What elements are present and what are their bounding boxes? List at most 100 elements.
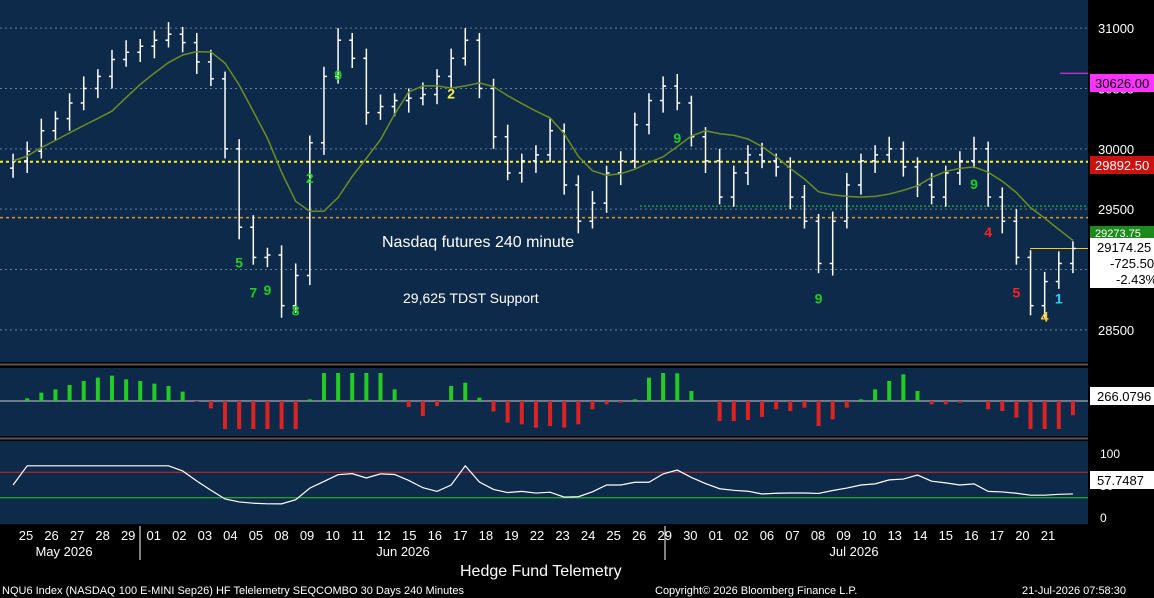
footer-timestamp: 21-Jul-2026 07:58:30 (1022, 585, 1126, 597)
osc-bar (661, 373, 666, 401)
month-label: May 2026 (35, 544, 92, 559)
td-count-label: 4 (1041, 309, 1049, 325)
osc-bar (519, 401, 524, 425)
td-count-label: 2 (447, 85, 455, 101)
osc-bar (929, 401, 934, 405)
oscillator-panel (0, 368, 1088, 436)
osc-bar (548, 401, 553, 426)
price-tick-label: 29500 (1098, 202, 1134, 217)
td-count-label: 9 (970, 176, 978, 192)
price-label-upper: 30626.00 (1090, 74, 1154, 92)
date-tick-label: 10 (862, 528, 876, 543)
osc-bar (378, 373, 383, 401)
osc-bar (689, 391, 694, 401)
td-count-label: 2 (306, 170, 314, 186)
osc-bar (138, 381, 143, 401)
date-tick-label: 12 (376, 528, 390, 543)
osc-bar (505, 401, 510, 423)
osc-bar (731, 401, 736, 421)
rsi-tick-label: 100 (1100, 447, 1120, 461)
osc-bar (590, 401, 595, 410)
chart-title: Hedge Fund Telemetry (460, 563, 622, 580)
osc-bar (463, 382, 468, 401)
osc-bar (887, 381, 892, 401)
date-tick-label: 02 (172, 528, 186, 543)
date-tick-label: 20 (1015, 528, 1029, 543)
date-tick-label: 05 (249, 528, 263, 543)
date-tick-label: 24 (581, 528, 595, 543)
date-tick-label: 16 (428, 528, 442, 543)
date-tick-label: 07 (785, 528, 799, 543)
osc-bar (350, 373, 355, 401)
date-tick-label: 08 (811, 528, 825, 543)
td-count-label: 8 (292, 303, 300, 319)
date-tick-label: 29 (121, 528, 135, 543)
osc-bar (25, 398, 30, 401)
date-tick-label: 18 (479, 528, 493, 543)
osc-bar (562, 401, 567, 428)
osc-bar (392, 389, 397, 401)
svg-text:57.7487: 57.7487 (1097, 473, 1144, 488)
date-tick-label: 06 (760, 528, 774, 543)
svg-text:-2.43%: -2.43% (1116, 272, 1154, 287)
osc-bar (675, 373, 680, 401)
osc-bar (873, 389, 878, 401)
osc-bar (830, 401, 835, 420)
date-tick-label: 15 (939, 528, 953, 543)
osc-bar (180, 391, 185, 401)
td-count-label: 9 (334, 67, 342, 83)
date-tick-label: 19 (504, 528, 518, 543)
price-tick-label: 30000 (1098, 142, 1134, 157)
osc-bar (957, 401, 962, 403)
osc-bar (265, 401, 270, 429)
date-tick-label: 04 (223, 528, 237, 543)
td-count-label: 9 (264, 282, 272, 298)
osc-bar (1042, 401, 1047, 429)
osc-bar (208, 401, 213, 409)
osc-bar (321, 373, 326, 401)
osc-bar (67, 385, 72, 401)
osc-bar (604, 401, 609, 405)
td-count-label: 7 (249, 284, 257, 300)
date-tick-label: 26 (44, 528, 58, 543)
td-count-label: 1 (1055, 290, 1063, 306)
date-tick-label: 17 (453, 528, 467, 543)
date-tick-label: 28 (95, 528, 109, 543)
osc-bar (745, 401, 750, 420)
date-tick-label: 15 (402, 528, 416, 543)
osc-bar (632, 399, 637, 401)
osc-bar (576, 401, 581, 425)
osc-bar (166, 386, 171, 401)
osc-bar (251, 401, 256, 429)
svg-text:29892.50: 29892.50 (1095, 158, 1149, 173)
date-tick-label: 02 (734, 528, 748, 543)
date-tick-label: 25 (606, 528, 620, 543)
price-label-dotted: 29892.50 (1090, 156, 1154, 174)
svg-text:-725.50: -725.50 (1110, 256, 1154, 271)
osc-bar (406, 401, 411, 407)
osc-bar (646, 377, 651, 401)
rsi-value-label: 57.7487 (1090, 471, 1154, 489)
date-tick-label: 22 (530, 528, 544, 543)
osc-bar (477, 397, 482, 401)
date-tick-label: 14 (913, 528, 927, 543)
td-count-label: 5 (235, 254, 243, 270)
date-tick-label: 26 (632, 528, 646, 543)
osc-bar (124, 379, 129, 401)
osc-bar (1056, 401, 1061, 429)
svg-text:29174.25: 29174.25 (1097, 240, 1151, 255)
date-tick-label: 08 (274, 528, 288, 543)
osc-bar (1014, 401, 1019, 418)
date-tick-label: 01 (147, 528, 161, 543)
price-tick-label: 28500 (1098, 323, 1134, 338)
date-tick-label: 11 (351, 528, 365, 543)
date-tick-label: 27 (70, 528, 84, 543)
date-tick-label: 03 (198, 528, 212, 543)
osc-bar (717, 401, 722, 421)
osc-bar (307, 399, 312, 401)
footer-copyright: Copyright© 2026 Bloomberg Finance L.P. (655, 585, 857, 597)
osc-bar (1070, 401, 1075, 416)
date-tick-label: 17 (990, 528, 1004, 543)
osc-bar (788, 401, 793, 411)
date-tick-label: 23 (555, 528, 569, 543)
